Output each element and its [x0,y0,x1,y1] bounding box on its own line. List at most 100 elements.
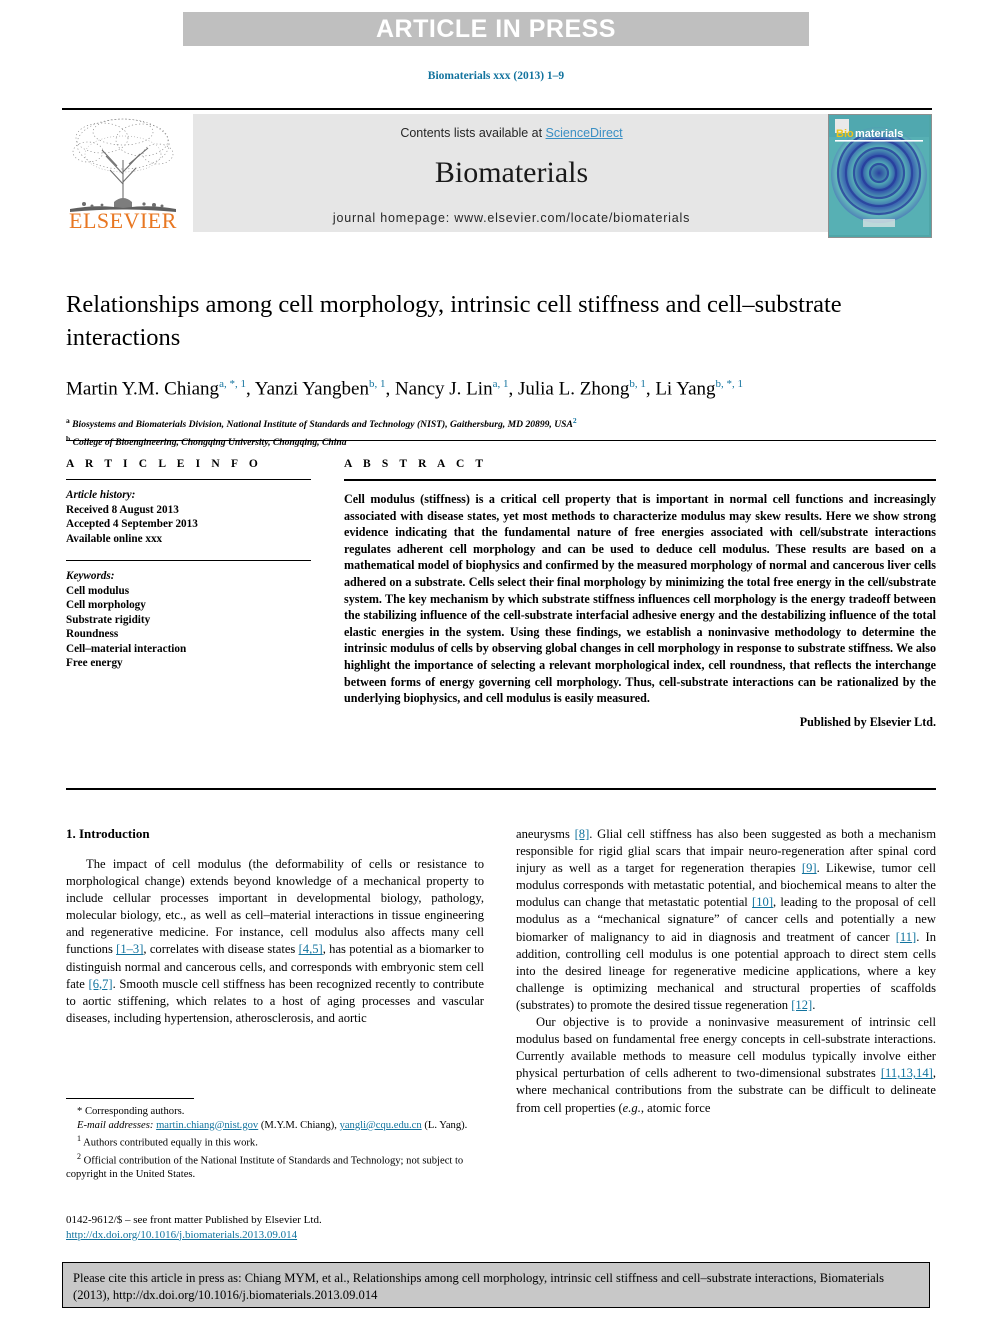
journal-cover-thumbnail: Bio materials [828,114,932,238]
email-label: E-mail addresses: [77,1119,154,1131]
footnote-block: * Corresponding authors. E-mail addresse… [66,1098,484,1182]
email-addresses-note: E-mail addresses: martin.chiang@nist.gov… [66,1119,484,1133]
issn-copyright-block: 0142-9612/$ – see front matter Published… [66,1213,496,1242]
article-in-press-banner: ARTICLE IN PRESS [183,12,809,46]
doi-link[interactable]: http://dx.doi.org/10.1016/j.biomaterials… [66,1229,297,1241]
affiliation-list: a Biosystems and Biomaterials Division, … [66,414,936,448]
affiliation-mark: a [66,416,70,426]
contents-available-line: Contents lists available at ScienceDirec… [193,126,830,140]
citation-link[interactable]: [6,7] [89,977,113,991]
footnote-2-mark: 2 [77,1152,81,1162]
footnote-2: 2 Official contribution of the National … [66,1150,484,1182]
article-info-column: A R T I C L E I N F O Article history: R… [66,458,311,671]
text-run: Our objective is to provide a noninvasiv… [516,1015,936,1081]
keyword-item: Cell morphology [66,599,146,611]
introduction-heading: 1. Introduction [66,826,150,841]
citation-link[interactable]: [1–3] [116,942,143,956]
citation-link[interactable]: [8] [575,827,590,841]
email-owner: (M.Y.M. Chiang), [260,1119,337,1131]
citation-link[interactable]: [10] [752,895,773,909]
elsevier-tree-icon [70,118,176,212]
article-history-item: Available online xxx [66,532,163,545]
elsevier-logo: ELSEVIER [62,114,184,236]
keywords-label: Keywords: [66,570,115,582]
journal-name: Biomaterials [434,156,589,189]
author-marks: b, *, 1 [715,378,744,390]
email-link-yang[interactable]: yangli@cqu.edu.cn [340,1120,422,1131]
footnote-rule [66,1098,194,1099]
contents-prefix: Contents lists available at [400,126,546,140]
author-name: Martin Y.M. Chiang [66,378,220,400]
keyword-item: Cell–material interaction [66,642,187,655]
abstract-text: Cell modulus (stiffness) is a critical c… [344,492,936,706]
citation-footer-box: Please cite this article in press as: Ch… [62,1262,930,1308]
text-run: . Smooth muscle cell stiffness has been … [66,976,484,1025]
affiliation-item: a Biosystems and Biomaterials Division, … [66,414,936,431]
page-title: Relationships among cell morphology, int… [66,291,842,351]
author-name: Julia L. Zhong [517,378,630,400]
body-left-column: 1. Introduction The impact of cell modul… [66,826,484,1027]
email-link-chiang[interactable]: martin.chiang@nist.gov [156,1120,258,1131]
sciencedirect-link[interactable]: ScienceDirect [546,126,623,140]
author-marks: a, 1 [492,378,509,390]
abstract-rule [344,479,936,481]
keyword-item: Substrate rigidity [66,613,151,626]
article-history-label: Article history: [66,489,136,501]
citation-link[interactable]: [9] [802,861,817,875]
citation-link[interactable]: [12] [791,998,812,1012]
abstract-kicker: A B S T R A C T [344,458,488,470]
author-name: Li Yang [655,378,716,400]
abstract-bottom-rule [66,788,936,790]
author-marks: b, 1 [629,378,646,390]
running-head: Biomaterials xxx (2013) 1–9 [427,70,565,82]
footnote-1-mark: 1 [77,1134,81,1144]
article-history-item: Received 8 August 2013 [66,503,179,516]
abstract-column: A B S T R A C T Cell modulus (stiffness)… [344,458,936,730]
email-owner: (L. Yang). [424,1119,468,1131]
keyword-item: Cell modulus [66,584,130,597]
journal-homepage-line[interactable]: journal homepage: www.elsevier.com/locat… [193,211,830,225]
journal-masthead: ELSEVIER Contents lists available at Sci… [62,108,932,238]
keywords-block: Keywords: Cell modulus Cell morphology S… [66,569,311,671]
masthead-top-rule [62,108,932,110]
author-marks: b, 1 [368,378,386,390]
title-author-block: Relationships among cell morphology, int… [66,288,936,449]
author-name: Nancy J. Lin [394,378,493,400]
intro-paragraph-right-2: Our objective is to provide a noninvasiv… [516,1014,936,1117]
text-run: . [812,997,816,1012]
info-section-top-rule [66,440,936,441]
author-name: Yanzi Yangben [254,378,369,400]
article-history-item: Accepted 4 September 2013 [66,518,198,530]
affiliation-trailing-mark: 2 [572,416,577,426]
affiliation-text: College of Bioengineering, Chongqing Uni… [72,436,347,448]
svg-text:materials: materials [855,128,903,140]
article-in-press-label: ARTICLE IN PRESS [376,14,616,43]
text-run: aneurysms [516,827,575,841]
affiliation-text: Biosystems and Biomaterials Division, Na… [72,419,573,431]
intro-paragraph-left: The impact of cell modulus (the deformab… [66,856,484,1027]
journal-cover-artwork: Bio materials [829,115,929,235]
published-by-line: Published by Elsevier Ltd. [799,714,936,729]
masthead-center-panel: Contents lists available at ScienceDirec… [193,114,830,232]
citation-link[interactable]: [11] [896,930,917,944]
author-list: Martin Y.M. Chianga, *, 1, Yanzi Yangben… [66,378,744,400]
citation-text: Please cite this article in press as: Ch… [73,1271,885,1302]
article-history-block: Article history: Received 8 August 2013 … [66,488,311,546]
footnote-1: 1 Authors contributed equally in this wo… [66,1132,484,1150]
elsevier-wordmark: ELSEVIER [69,208,177,233]
citation-link[interactable]: [4,5] [299,942,323,956]
keyword-item: Free energy [66,657,123,669]
corresponding-author-note: * Corresponding authors. [77,1106,185,1117]
svg-text:Bio: Bio [836,128,854,140]
footnote-1-text: Authors contributed equally in this work… [83,1137,258,1149]
text-run: , atomic force [640,1100,711,1115]
issn-line: 0142-9612/$ – see front matter Published… [66,1214,322,1226]
footnote-2-text: Official contribution of the National In… [66,1155,464,1181]
author-marks: a, *, 1 [219,378,246,390]
citation-link[interactable]: [11,13,14] [881,1066,933,1080]
article-info-rule [66,479,311,480]
article-info-kicker: A R T I C L E I N F O [66,458,262,470]
intro-paragraph-right-1: aneurysms [8]. Glial cell stiffness has … [516,826,936,1014]
body-right-column: aneurysms [8]. Glial cell stiffness has … [516,826,936,1117]
text-run: , correlates with disease states [143,942,299,957]
